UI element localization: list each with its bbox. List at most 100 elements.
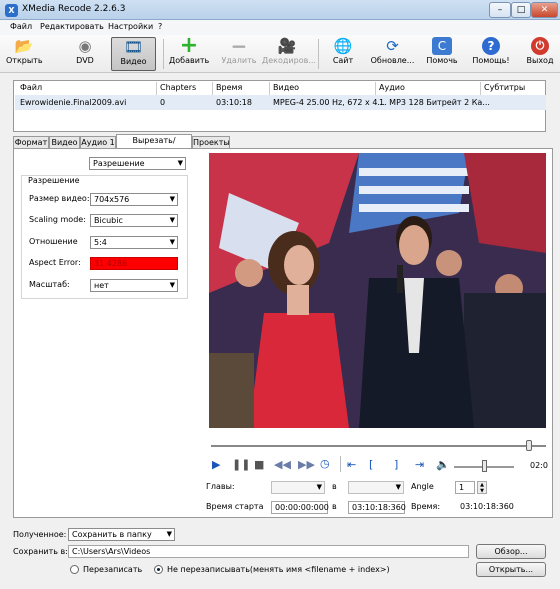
video-size-label: Размер видео: [29,194,90,203]
decode-button[interactable]: 🎥 Декодиров... [262,37,316,71]
exit-button[interactable]: ⏻ Выход [522,37,558,71]
go-to-end-icon[interactable]: ⇥ [415,458,424,471]
toolbar: 📂 Открыть ◉ DVD 🎞 Видео + Добавить − Уда… [0,35,560,73]
save-to-label: Сохранить в: [13,547,68,556]
open-button[interactable]: 📂 Открыть [6,37,43,71]
cell-file: Ewrowidenie.Final2009.avi [20,98,127,107]
scale-select[interactable]: нет ▼ [90,279,178,292]
filter-select[interactable]: Разрешение ▼ [89,157,186,170]
menu-edit[interactable]: Редактировать [40,22,104,31]
start-time-label: Время старта [206,502,264,511]
chapter-start-select[interactable]: ▼ [271,481,325,494]
aspect-error-value: 31.4286 [90,257,178,270]
save-path-input[interactable]: C:\Users\Ars\Videos [68,545,469,558]
video-size-select[interactable]: 704x576 ▼ [90,193,178,206]
seek-track[interactable] [211,445,546,447]
pause-icon[interactable]: ❚❚ [232,458,250,471]
volume-icon[interactable]: 🔈 [436,458,450,471]
support-button[interactable]: C Помочь [424,37,460,71]
no-overwrite-label[interactable]: Не перезаписывать(менять имя <filename +… [167,565,390,574]
overwrite-radio[interactable] [70,565,79,574]
angle-label: Angle [411,482,434,491]
globe-icon: 🌐 [333,37,353,55]
mark-in-icon[interactable]: [ [369,458,373,471]
col-header-time[interactable]: Время [216,83,242,92]
chevron-down-icon: ▼ [169,216,175,224]
help-icon: ? [482,37,500,55]
clock-icon[interactable]: ◷ [320,457,330,470]
duration-value: 03:10:18:360 [460,502,514,511]
chevron-down-icon: ▼ [169,195,175,203]
cell-time: 03:10:18 [216,98,252,107]
col-header-subtitles[interactable]: Субтитры [484,83,525,92]
overwrite-label[interactable]: Перезаписать [83,565,142,574]
ratio-label: Отношение [29,237,78,246]
chevron-down-icon: ▼ [395,483,401,491]
volume-thumb[interactable] [482,460,487,472]
website-button[interactable]: 🌐 Сайт [328,37,358,71]
folder-open-icon: 📂 [14,37,34,55]
video-preview[interactable] [209,153,546,428]
angle-spinner[interactable]: ▲ ▼ [477,481,487,494]
col-header-audio[interactable]: Аудио [379,83,405,92]
chevron-down-icon: ▼ [166,530,172,538]
minus-icon: − [230,34,248,58]
tab-cut-preview[interactable]: Вырезать/Превью [116,134,192,157]
chevron-down-icon: ▼ [169,238,175,246]
control-separator [340,456,341,472]
cut-preview-panel: Разрешение ▼ Разрешение Размер видео: 704… [13,148,553,518]
col-header-video[interactable]: Видео [273,83,299,92]
film-reel-icon: 🎥 [277,37,297,55]
col-divider [480,82,481,95]
time-to-label: в [332,502,337,511]
close-button[interactable]: ✕ [531,2,558,18]
scaling-mode-label: Scaling mode: [29,215,86,224]
browse-button[interactable]: Обзор... [476,544,546,559]
video-button[interactable]: 🎞 Видео [111,37,156,71]
open-folder-button[interactable]: Открыть... [476,562,546,577]
toolbar-separator [318,39,319,69]
col-header-chapters[interactable]: Chapters [160,83,196,92]
rewind-icon[interactable]: ◀◀ [274,458,291,471]
go-to-start-icon[interactable]: ⇤ [347,458,356,471]
col-divider [156,82,157,95]
received-label: Полученное: [13,530,67,539]
no-overwrite-radio[interactable] [154,565,163,574]
scaling-mode-select[interactable]: Bicubic ▼ [90,214,178,227]
start-time-input[interactable]: 00:00:00:000 [271,501,329,514]
minimize-button[interactable]: – [489,2,511,18]
chapter-to-label: в [332,482,337,491]
menu-file[interactable]: Файл [10,22,32,31]
add-button[interactable]: + Добавить [169,35,209,71]
title-bar[interactable]: X XMedia Recode 2.2.6.3 – □ ✕ [0,0,560,20]
output-mode-select[interactable]: Сохранить в папку ▼ [68,528,175,541]
play-icon[interactable]: ▶ [212,458,220,471]
stop-icon[interactable]: ■ [254,458,264,471]
seek-thumb[interactable] [526,440,532,451]
update-button[interactable]: ⟳ Обновле... [370,37,415,71]
refresh-icon: ⟳ [386,37,399,55]
menu-help[interactable]: ? [158,22,162,31]
file-list[interactable]: Файл Chapters Время Видео Аудио Субтитры… [13,80,546,132]
cell-audio: 1. MP3 128 Битрейт 2 Ка... [379,98,490,107]
maximize-button[interactable]: □ [511,2,531,18]
remove-button[interactable]: − Удалить [220,34,258,71]
end-time-input[interactable]: 03:10:18:360 [348,501,406,514]
video-frame-image [209,153,546,428]
chapters-label: Главы: [206,482,235,491]
scale-label: Масштаб: [29,280,70,289]
menu-settings[interactable]: Настройки [108,22,153,31]
cell-chapters: 0 [160,98,166,107]
support-icon: C [432,37,452,55]
col-divider [375,82,376,95]
angle-input[interactable]: 1 [455,481,475,494]
ratio-select[interactable]: 5:4 ▼ [90,236,178,249]
col-divider [212,82,213,95]
chapter-end-select[interactable]: ▼ [348,481,404,494]
mark-out-icon[interactable]: ] [394,458,398,471]
dvd-button[interactable]: ◉ DVD [70,37,100,71]
help-button[interactable]: ? Помощь! [472,37,510,71]
col-header-file[interactable]: Файл [20,83,42,92]
forward-icon[interactable]: ▶▶ [298,458,315,471]
aspect-error-label: Aspect Error: [29,258,81,267]
